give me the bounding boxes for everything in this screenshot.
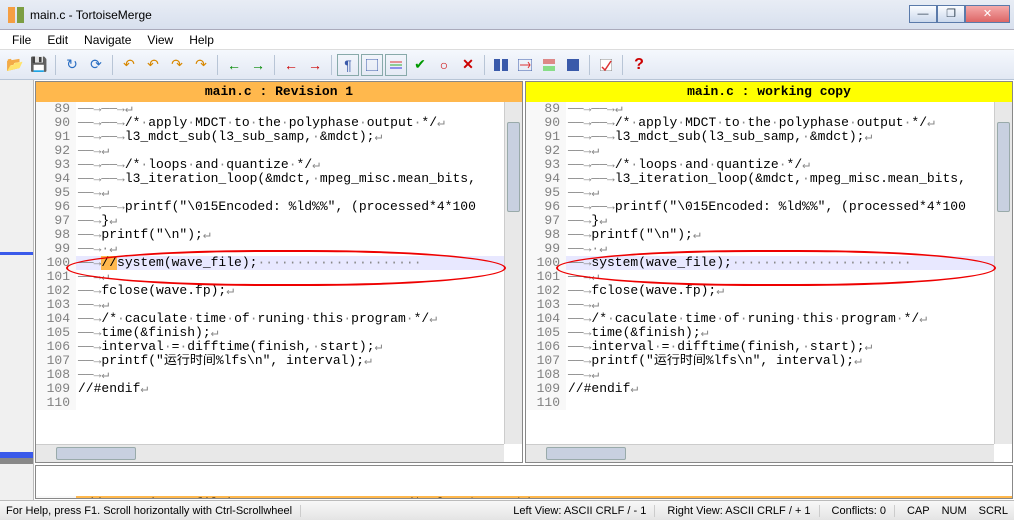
menu-view[interactable]: View (139, 31, 181, 49)
inline-icon[interactable] (385, 54, 407, 76)
prev-conflict-icon[interactable]: ← (280, 54, 302, 76)
bottom-diff-pane: →//system(wave_file);···················… (35, 465, 1013, 499)
open-icon[interactable]: 📂 (4, 54, 26, 76)
bottom-line1-right: /*·play·*.wav·*/↵ (406, 496, 539, 498)
reload-all-icon[interactable]: ⟳ (85, 54, 107, 76)
right-pane: main.c : working copy 89——→——→↵90——→——→/… (525, 81, 1013, 463)
help-icon[interactable]: ? (628, 54, 650, 76)
x-icon[interactable]: ✕ (457, 54, 479, 76)
menubar: File Edit Navigate View Help (0, 30, 1014, 50)
status-num: NUM (942, 505, 967, 517)
vert-icon[interactable] (538, 54, 560, 76)
menu-help[interactable]: Help (181, 31, 222, 49)
titlebar: main.c - TortoiseMerge — ❐ ✕ (0, 0, 1014, 30)
left-code[interactable]: 89——→——→↵90——→——→/*·apply·MDCT·to·the·po… (36, 102, 504, 410)
right-pane-title: main.c : working copy (526, 82, 1012, 102)
redo-icon[interactable]: ↷ (166, 54, 188, 76)
options-icon[interactable] (595, 54, 617, 76)
close-button[interactable]: ✕ (965, 5, 1010, 23)
locator-bar[interactable] (0, 80, 34, 500)
left-hscroll[interactable] (36, 444, 504, 462)
left-pane-title: main.c : Revision 1 (36, 82, 522, 102)
right-code[interactable]: 89——→——→↵90——→——→/*·apply·MDCT·to·the·po… (526, 102, 994, 410)
minimize-button[interactable]: — (909, 5, 937, 23)
menu-edit[interactable]: Edit (39, 31, 76, 49)
status-scrl: SCRL (979, 505, 1008, 517)
status-rightview: Right View: ASCII CRLF / + 1 (667, 505, 819, 517)
circle-icon[interactable]: ○ (433, 54, 455, 76)
right-hscroll[interactable] (526, 444, 994, 462)
status-leftview: Left View: ASCII CRLF / - 1 (513, 505, 655, 517)
left-vscroll[interactable] (504, 102, 522, 444)
next-diff-icon[interactable]: → (247, 54, 269, 76)
prev-diff-icon[interactable]: ← (223, 54, 245, 76)
ws2-icon[interactable] (361, 54, 383, 76)
app-icon (8, 7, 24, 23)
toolbar: 📂 💾 ↻ ⟳ ↶ ↶ ↷ ↷ ← → ← → ¶ ✔ ○ ✕ ? (0, 50, 1014, 80)
check-icon[interactable]: ✔ (409, 54, 431, 76)
status-help: For Help, press F1. Scroll horizontally … (6, 505, 301, 517)
redo2-icon[interactable]: ↷ (190, 54, 212, 76)
statusbar: For Help, press F1. Scroll horizontally … (0, 500, 1014, 520)
status-conflicts: Conflicts: 0 (832, 505, 895, 517)
undo2-icon[interactable]: ↶ (142, 54, 164, 76)
undo-icon[interactable]: ↶ (118, 54, 140, 76)
ws-icon[interactable]: ¶ (337, 54, 359, 76)
left-pane: main.c : Revision 1 89——→——→↵90——→——→/*·… (35, 81, 523, 463)
status-cap: CAP (907, 505, 930, 517)
bottom-line1-left: //system(wave_file);····················… (86, 496, 406, 498)
save-icon[interactable]: 💾 (28, 54, 50, 76)
menu-navigate[interactable]: Navigate (76, 31, 139, 49)
twopane-icon[interactable] (490, 54, 512, 76)
reload-icon[interactable]: ↻ (61, 54, 83, 76)
menu-file[interactable]: File (4, 31, 39, 49)
switch-icon[interactable] (514, 54, 536, 76)
right-vscroll[interactable] (994, 102, 1012, 444)
single-icon[interactable] (562, 54, 584, 76)
maximize-button[interactable]: ❐ (937, 5, 965, 23)
window-title: main.c - TortoiseMerge (30, 8, 152, 22)
next-conflict-icon[interactable]: → (304, 54, 326, 76)
